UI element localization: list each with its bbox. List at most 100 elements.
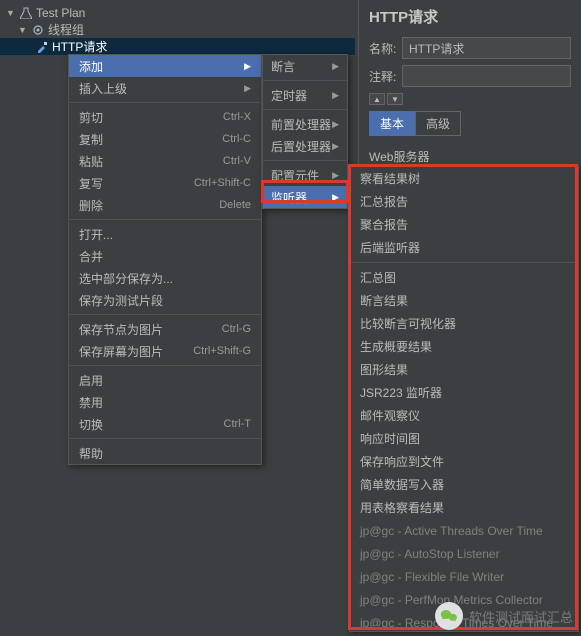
submenu-config-element[interactable]: 配置元件▶ [263, 164, 347, 186]
menu-label: 汇总报告 [360, 193, 408, 210]
listener-item[interactable]: jp@gc - AutoStop Listener [350, 542, 578, 565]
shortcut: Ctrl+Shift-C [194, 177, 251, 189]
menu-label: 断言结果 [360, 292, 408, 309]
listener-item[interactable]: 图形结果 [350, 358, 578, 381]
gear-icon [31, 23, 45, 37]
menu-label: jp@gc - AutoStop Listener [360, 547, 500, 561]
listener-item[interactable]: 汇总报告 [350, 190, 578, 213]
listener-item[interactable]: 用表格察看结果 [350, 496, 578, 519]
menu-enable[interactable]: 启用 [69, 369, 261, 391]
tree-node-http-request[interactable]: HTTP请求 [0, 38, 355, 55]
menu-label: 删除 [79, 197, 103, 214]
listener-item[interactable]: 察看结果树 [350, 167, 578, 190]
tree-node-thread-group[interactable]: ▼ 线程组 [0, 21, 355, 38]
twisty-icon[interactable]: ▼ [18, 25, 28, 35]
listener-item[interactable]: 汇总图 [350, 266, 578, 289]
menu-insert-parent[interactable]: 插入上级 ▶ [69, 77, 261, 99]
menu-separator [69, 438, 261, 439]
menu-save-screen-as-image[interactable]: 保存屏幕为图片Ctrl+Shift-G [69, 340, 261, 362]
menu-add[interactable]: 添加 ▶ [69, 55, 261, 77]
listener-item[interactable]: 断言结果 [350, 289, 578, 312]
menu-label: 配置元件 [271, 167, 319, 184]
menu-delete[interactable]: 删除 Delete [69, 194, 261, 216]
menu-label: 复写 [79, 175, 103, 192]
menu-copy[interactable]: 复制 Ctrl-C [69, 128, 261, 150]
twisty-icon[interactable]: ▼ [6, 8, 16, 18]
name-input[interactable] [402, 37, 571, 59]
listener-item[interactable]: 聚合报告 [350, 213, 578, 236]
menu-open[interactable]: 打开... [69, 223, 261, 245]
menu-help[interactable]: 帮助 [69, 442, 261, 464]
submenu-pre-processor[interactable]: 前置处理器▶ [263, 113, 347, 135]
submenu-assertions[interactable]: 断言▶ [263, 55, 347, 77]
shortcut: Ctrl+Shift-G [193, 345, 251, 357]
shortcut: Delete [219, 199, 251, 211]
tree-node-test-plan[interactable]: ▼ Test Plan [0, 4, 355, 21]
listener-item[interactable]: 保存响应到文件 [350, 450, 578, 473]
submenu-listener[interactable]: 监听器 ▶ [263, 186, 347, 208]
submenu-timer[interactable]: 定时器 ▶ [263, 84, 347, 106]
menu-label: 禁用 [79, 394, 103, 411]
submenu-arrow-icon: ▶ [244, 83, 251, 94]
menu-label: 响应时间图 [360, 430, 420, 447]
submenu-arrow-icon: ▶ [332, 192, 339, 203]
tree-label: Test Plan [36, 6, 85, 20]
menu-label: 粘贴 [79, 153, 103, 170]
menu-label: 察看结果树 [360, 170, 420, 187]
menu-cut[interactable]: 剪切Ctrl-X [69, 106, 261, 128]
shortcut: Ctrl-C [222, 133, 251, 145]
menu-label: 后置处理器 [271, 138, 331, 155]
shortcut: Ctrl-G [222, 323, 251, 335]
menu-label: 选中部分保存为... [79, 270, 173, 287]
menu-disable[interactable]: 禁用 [69, 391, 261, 413]
listener-item[interactable]: 后端监听器 [350, 236, 578, 259]
menu-separator [69, 219, 261, 220]
menu-label: 图形结果 [360, 361, 408, 378]
menu-save-selection-as[interactable]: 选中部分保存为... [69, 267, 261, 289]
menu-label: JSR223 监听器 [360, 384, 442, 401]
submenu-arrow-icon: ▶ [332, 141, 339, 152]
comment-label: 注释: [369, 68, 402, 85]
listener-item[interactable]: 响应时间图 [350, 427, 578, 450]
menu-label: 监听器 [271, 189, 307, 206]
watermark-text: 软件测试面试汇总 [469, 607, 573, 626]
menu-save-node-as-image[interactable]: 保存节点为图片Ctrl-G [69, 318, 261, 340]
menu-label: 用表格察看结果 [360, 499, 444, 516]
submenu-listeners: 察看结果树汇总报告聚合报告后端监听器汇总图断言结果比较断言可视化器生成概要结果图… [349, 166, 579, 632]
menu-save-as-test-fragment[interactable]: 保存为测试片段 [69, 289, 261, 311]
listener-item[interactable]: JSR223 监听器 [350, 381, 578, 404]
shortcut: Ctrl-V [223, 155, 251, 167]
name-label: 名称: [369, 40, 402, 57]
tree-label: 线程组 [48, 21, 84, 38]
menu-duplicate[interactable]: 复写 Ctrl+Shift-C [69, 172, 261, 194]
menu-label: 定时器 [271, 87, 307, 104]
listener-item[interactable]: 比较断言可视化器 [350, 312, 578, 335]
listener-item[interactable]: 生成概要结果 [350, 335, 578, 358]
tab-advanced[interactable]: 高级 [415, 111, 461, 136]
listener-item[interactable]: 邮件观察仪 [350, 404, 578, 427]
submenu-post-processor[interactable]: 后置处理器▶ [263, 135, 347, 157]
submenu-arrow-icon: ▶ [332, 90, 339, 101]
collapse-up-icon[interactable]: ▲ [369, 93, 385, 105]
submenu-arrow-icon: ▶ [332, 119, 339, 130]
menu-merge[interactable]: 合并 [69, 245, 261, 267]
menu-label: 复制 [79, 131, 103, 148]
menu-label: 后端监听器 [360, 239, 420, 256]
menu-paste[interactable]: 粘贴 Ctrl-V [69, 150, 261, 172]
listener-item[interactable]: 简单数据写入器 [350, 473, 578, 496]
menu-label: jp@gc - Active Threads Over Time [360, 524, 543, 538]
shortcut: Ctrl-X [223, 111, 251, 123]
expand-down-icon[interactable]: ▼ [387, 93, 403, 105]
tab-basic[interactable]: 基本 [369, 111, 415, 136]
menu-separator [69, 365, 261, 366]
listener-item[interactable]: jp@gc - Active Threads Over Time [350, 519, 578, 542]
menu-label: 前置处理器 [271, 116, 331, 133]
menu-label: 切换 [79, 416, 103, 433]
menu-label: 生成概要结果 [360, 338, 432, 355]
comment-input[interactable] [402, 65, 571, 87]
menu-toggle[interactable]: 切换Ctrl-T [69, 413, 261, 435]
menu-label: 启用 [79, 372, 103, 389]
tab-bar: 基本 高级 [369, 111, 571, 136]
listener-item[interactable]: jp@gc - Flexible File Writer [350, 565, 578, 588]
submenu-arrow-icon: ▶ [332, 61, 339, 72]
